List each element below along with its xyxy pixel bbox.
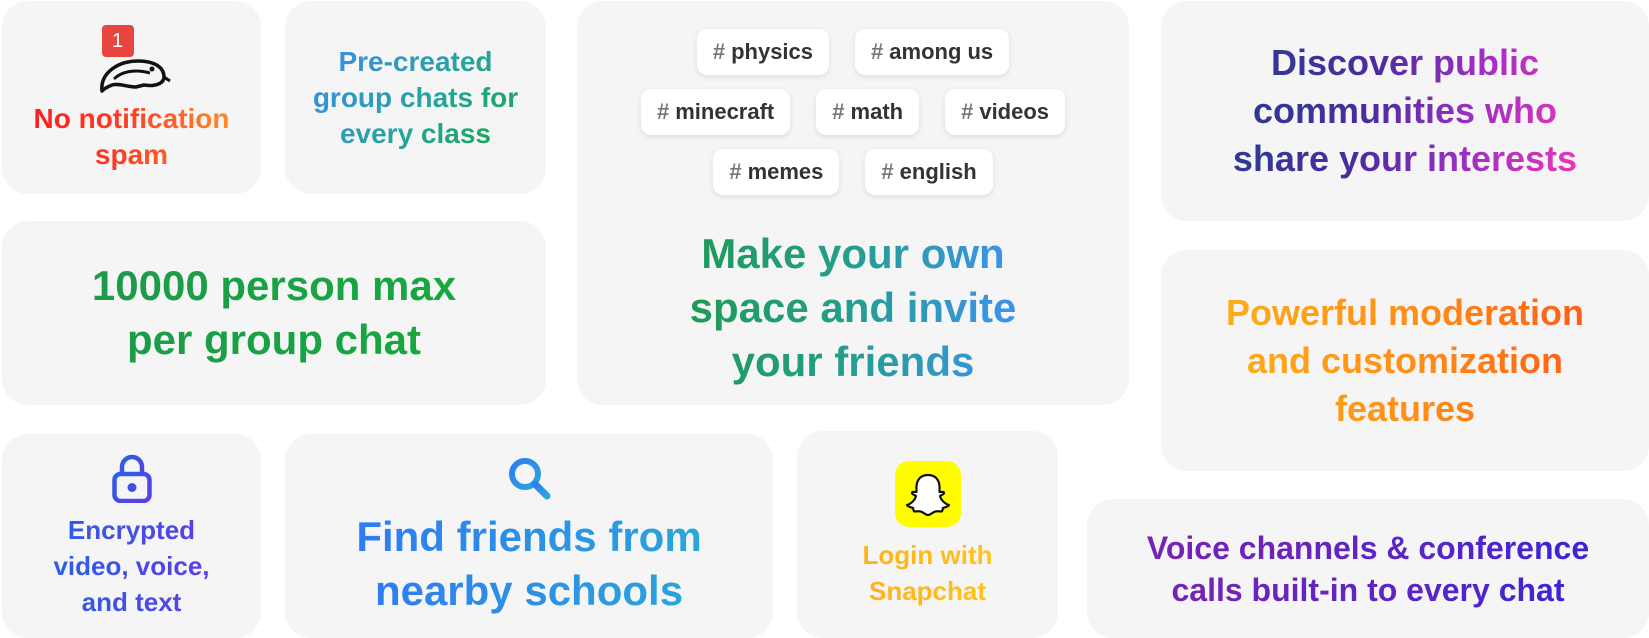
- feature-text: Discover public communities who share yo…: [1233, 39, 1577, 183]
- feature-card-encrypted: Encrypted video, voice, and text: [2, 434, 261, 638]
- feature-text-line: every class: [339, 117, 492, 149]
- lock-icon: [111, 453, 152, 508]
- feature-text: No notification spam: [34, 101, 230, 173]
- feature-text: Pre-created group chats for every class: [313, 44, 518, 152]
- feature-text-line: features: [1334, 387, 1476, 429]
- feature-text: Powerful moderation and customization fe…: [1226, 289, 1584, 433]
- feature-text-line: Discover public: [1270, 42, 1540, 83]
- tag-chip-minecraft: # minecraft: [640, 89, 791, 135]
- feature-text-line: video, voice,: [53, 550, 210, 581]
- tag-chip-memes: # memes: [713, 149, 840, 195]
- tag-chip-videos: # videos: [945, 89, 1066, 135]
- feature-text-line: space and invite: [689, 284, 1017, 331]
- feature-text-line: share your interests: [1232, 138, 1578, 179]
- feature-text-line: No notification: [33, 103, 230, 134]
- feature-text-line: and customization: [1246, 339, 1564, 381]
- tag-label: among us: [889, 39, 994, 64]
- feature-text-line: per group chat: [126, 316, 422, 363]
- tag-chip-physics: # physics: [696, 29, 830, 75]
- feature-text-line: Pre-created: [338, 45, 493, 77]
- feature-card-max-size: 10000 person max per group chat: [2, 221, 546, 405]
- feature-text-line: Encrypted: [67, 514, 196, 545]
- feature-text-line: and text: [81, 586, 182, 617]
- feature-text-line: Snapchat: [868, 575, 987, 606]
- hash-icon: #: [729, 159, 742, 184]
- feature-text-line: nearby schools: [374, 566, 684, 614]
- feature-text: Voice channels & conference calls built-…: [1147, 527, 1589, 611]
- tag-label: physics: [731, 39, 814, 64]
- feature-text-line: your friends: [731, 338, 975, 385]
- feature-text-line: Voice channels & conference: [1146, 529, 1590, 566]
- snapchat-ghost-icon: [894, 460, 961, 527]
- feature-card-no-spam: 1 No notification spam: [2, 1, 261, 194]
- feature-card-voice: Voice channels & conference calls built-…: [1087, 499, 1649, 638]
- feature-text: Encrypted video, voice, and text: [53, 512, 209, 620]
- notification-badge: 1: [101, 25, 134, 57]
- feature-card-class-chats: Pre-created group chats for every class: [285, 1, 546, 194]
- hash-icon: #: [881, 159, 894, 184]
- feature-text-line: spam: [94, 139, 169, 170]
- mascot-icon: 1: [92, 25, 172, 97]
- feature-text: 10000 person max per group chat: [92, 259, 456, 367]
- feature-text-line: Powerful moderation: [1225, 291, 1585, 333]
- hash-icon: #: [832, 99, 845, 124]
- feature-headline: Make your own space and invite your frie…: [690, 227, 1017, 389]
- tag-label: memes: [747, 159, 824, 184]
- feature-text-line: group chats for: [312, 81, 519, 113]
- tag-row: # physics # among us: [696, 29, 1010, 75]
- tag-row: # minecraft # math # videos: [640, 89, 1066, 135]
- feature-text-line: Find friends from: [356, 512, 702, 560]
- feature-card-discover: Discover public communities who share yo…: [1161, 1, 1649, 221]
- tag-label: english: [899, 159, 977, 184]
- tag-chip-english: # english: [865, 149, 993, 195]
- feature-text-line: calls built-in to every chat: [1171, 571, 1565, 608]
- tag-chip-math: # math: [816, 89, 920, 135]
- search-icon: [506, 455, 552, 506]
- tag-label: math: [850, 99, 904, 124]
- feature-text-line: communities who: [1252, 90, 1558, 131]
- feature-card-snapchat-login: Login with Snapchat: [797, 431, 1058, 638]
- tag-label: videos: [979, 99, 1050, 124]
- feature-text: Find friends from nearby schools: [356, 510, 701, 618]
- tag-label: minecraft: [675, 99, 775, 124]
- tag-row: # memes # english: [713, 149, 993, 195]
- hash-icon: #: [871, 39, 884, 64]
- hash-icon: #: [712, 39, 726, 64]
- hash-icon: #: [961, 99, 974, 124]
- feature-card-moderation: Powerful moderation and customization fe…: [1161, 250, 1649, 471]
- hash-icon: #: [656, 99, 670, 124]
- feature-card-own-space: # physics # among us # minecraft # math # vid…: [577, 1, 1129, 405]
- feature-text-line: 10000 person max: [91, 262, 457, 309]
- feature-text-line: Login with: [862, 539, 993, 570]
- feature-card-find-friends: Find friends from nearby schools: [285, 434, 773, 638]
- tag-chip-among-us: # among us: [855, 29, 1010, 75]
- feature-text: Login with Snapchat: [863, 537, 993, 609]
- feature-text-line: Make your own: [701, 230, 1005, 277]
